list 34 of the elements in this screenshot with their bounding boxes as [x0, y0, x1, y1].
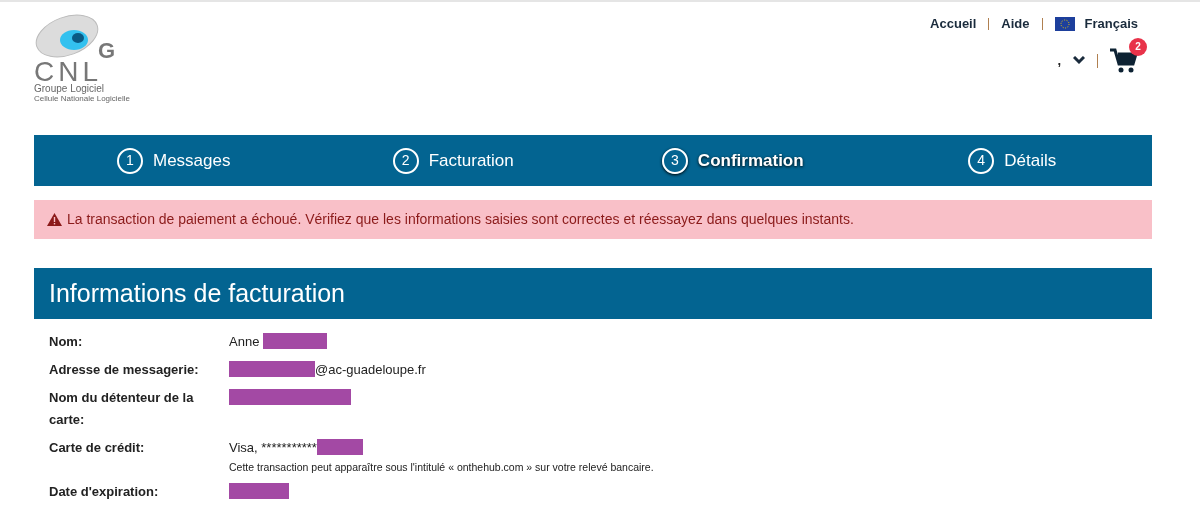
- step-tab[interactable]: Détails: [1004, 147, 1057, 174]
- field-value: Anne: [229, 333, 261, 351]
- logo-tagline: Cellule Nationale Logicielle: [34, 95, 131, 103]
- section-title: Informations de facturation: [49, 277, 345, 309]
- step-tab[interactable]: Messages: [153, 147, 231, 174]
- step-tab[interactable]: Facturation: [428, 147, 514, 174]
- language-link[interactable]: Français: [1084, 14, 1138, 34]
- nav-link[interactable]: Aide: [1001, 14, 1030, 34]
- redaction-bar: [263, 333, 327, 349]
- logo-letter: G: [98, 40, 116, 62]
- field-label: Nom du détenteur de la carte:: [49, 389, 195, 429]
- field-label: Carte de crédit:: [49, 439, 146, 457]
- warning-icon: [47, 213, 62, 226]
- chevron-down-icon[interactable]: [1073, 56, 1085, 65]
- field-label: Date d'expiration:: [49, 483, 160, 501]
- step-number: 1: [117, 147, 143, 174]
- alert-message: La transaction de paiement a échoué. Vérifiez que les informations saisies sont correctes et réessayez dans quelques instants.: [67, 210, 854, 229]
- field-label: Adresse de messagerie:: [49, 361, 200, 379]
- field-note: Cette transaction peut apparaître sous l'intitulé « onthehub.com » sur votre relevé bancaire.: [229, 460, 654, 475]
- redaction-bar: [316, 439, 363, 455]
- eye-drawing: [35, 14, 99, 58]
- field-value: Visa, ***********: [229, 439, 317, 457]
- field-label: Nom:: [49, 333, 84, 351]
- step-tab[interactable]: Confirmation: [697, 147, 804, 174]
- cart-count-badge: 2: [1129, 37, 1147, 56]
- nav-link[interactable]: Accueil: [930, 14, 977, 34]
- logo-name: Groupe Logiciel: [34, 84, 105, 94]
- flag-icon[interactable]: [1054, 16, 1075, 31]
- step-number: 2: [392, 147, 419, 174]
- redaction-bar: [229, 483, 289, 499]
- step-number: 3: [661, 147, 688, 174]
- step-number: 4: [968, 147, 995, 174]
- user-menu-label[interactable]: ,: [1057, 50, 1061, 71]
- field-value: @ac-guadeloupe.fr: [315, 361, 426, 379]
